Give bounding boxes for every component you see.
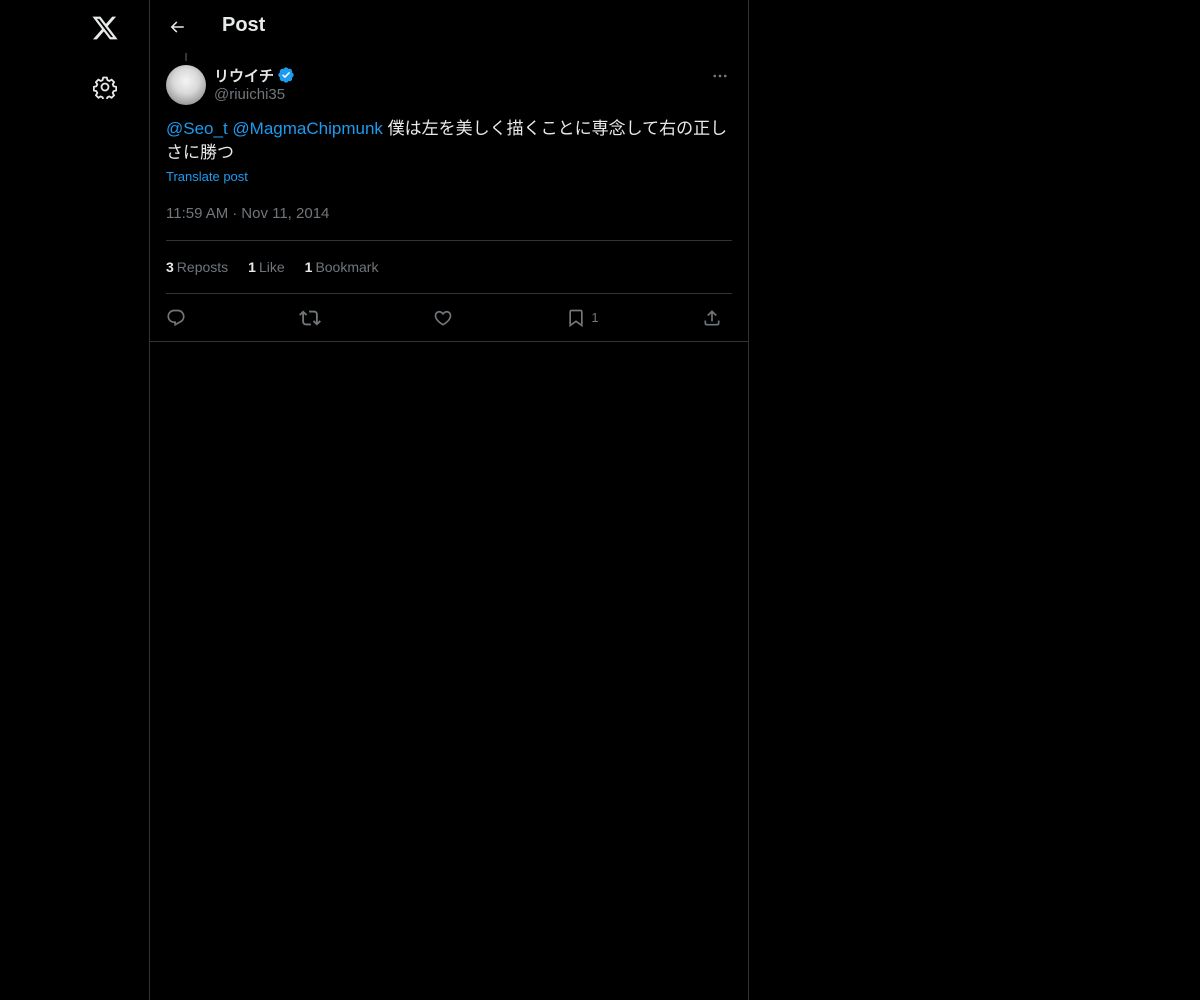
likes-label: Like: [258, 259, 285, 275]
settings-button[interactable]: [82, 64, 128, 110]
likes-count: 1: [248, 259, 256, 275]
left-rail: [0, 0, 150, 1000]
bookmark-count: 1: [591, 310, 599, 325]
mention-link[interactable]: @MagmaChipmunk: [232, 119, 382, 138]
verified-badge-icon: [277, 66, 295, 84]
repost-button[interactable]: [299, 307, 329, 329]
timestamp-separator: ·: [232, 205, 238, 222]
reposts-count: 3: [166, 259, 174, 275]
post-author-row: リウイチ @riuichi35: [166, 65, 732, 117]
page-header: Post: [150, 0, 748, 53]
share-icon: [704, 309, 720, 325]
bookmarks-label: Bookmark: [315, 259, 379, 275]
mention-link[interactable]: @Seo_t: [166, 119, 228, 138]
more-horizontal-icon: [713, 74, 727, 78]
post-actions: 1: [166, 294, 732, 341]
bookmarks-stat[interactable]: 1 Bookmark: [305, 259, 379, 275]
reply-icon: [167, 309, 185, 326]
author-handle[interactable]: @riuichi35: [214, 85, 295, 105]
bookmarks-count: 1: [304, 259, 313, 275]
post-stats: 3 Reposts 1 Like 1 Bookmark: [166, 241, 732, 293]
arrow-left-icon: [170, 21, 184, 33]
translate-post-link[interactable]: Translate post: [166, 169, 248, 184]
reposts-label: Reposts: [176, 259, 229, 275]
post-timestamp: 11:59 AM · Nov 11, 2014: [166, 204, 732, 224]
author-display-name[interactable]: リウイチ: [214, 65, 274, 86]
post-text: @Seo_t @MagmaChipmunk 僕は左を美しく描くことに専念して右の…: [166, 117, 732, 165]
post: リウイチ @riuichi35 @Seo_t @MagmaChipmunk 僕は…: [150, 65, 748, 341]
like-button[interactable]: [433, 308, 463, 328]
bookmark-button[interactable]: 1: [566, 308, 599, 328]
gear-icon: [93, 76, 117, 99]
page-title: Post: [222, 14, 266, 36]
reply-button[interactable]: [166, 308, 196, 328]
main-column: Post リウイチ @riuichi35 @Seo_t @MagmaChipmu…: [150, 0, 749, 1000]
display-name-row: リウイチ: [214, 65, 295, 85]
post-time[interactable]: 11:59 AM: [166, 205, 228, 222]
likes-stat[interactable]: 1 Like: [248, 259, 284, 275]
share-button[interactable]: [702, 308, 732, 328]
x-logo-icon: [92, 16, 118, 40]
bookmark-icon: [569, 309, 583, 327]
heart-icon: [434, 310, 452, 326]
avatar[interactable]: [166, 65, 206, 105]
divider: [150, 341, 749, 342]
reposts-stat[interactable]: 3 Reposts: [166, 259, 228, 275]
more-options-button[interactable]: [708, 65, 732, 87]
author-meta: リウイチ @riuichi35: [214, 65, 295, 105]
thread-connector-line: [185, 53, 187, 61]
repost-icon: [299, 310, 322, 325]
x-logo-button[interactable]: [82, 5, 128, 51]
back-button[interactable]: [160, 10, 194, 44]
post-date[interactable]: Nov 11, 2014: [241, 205, 329, 222]
